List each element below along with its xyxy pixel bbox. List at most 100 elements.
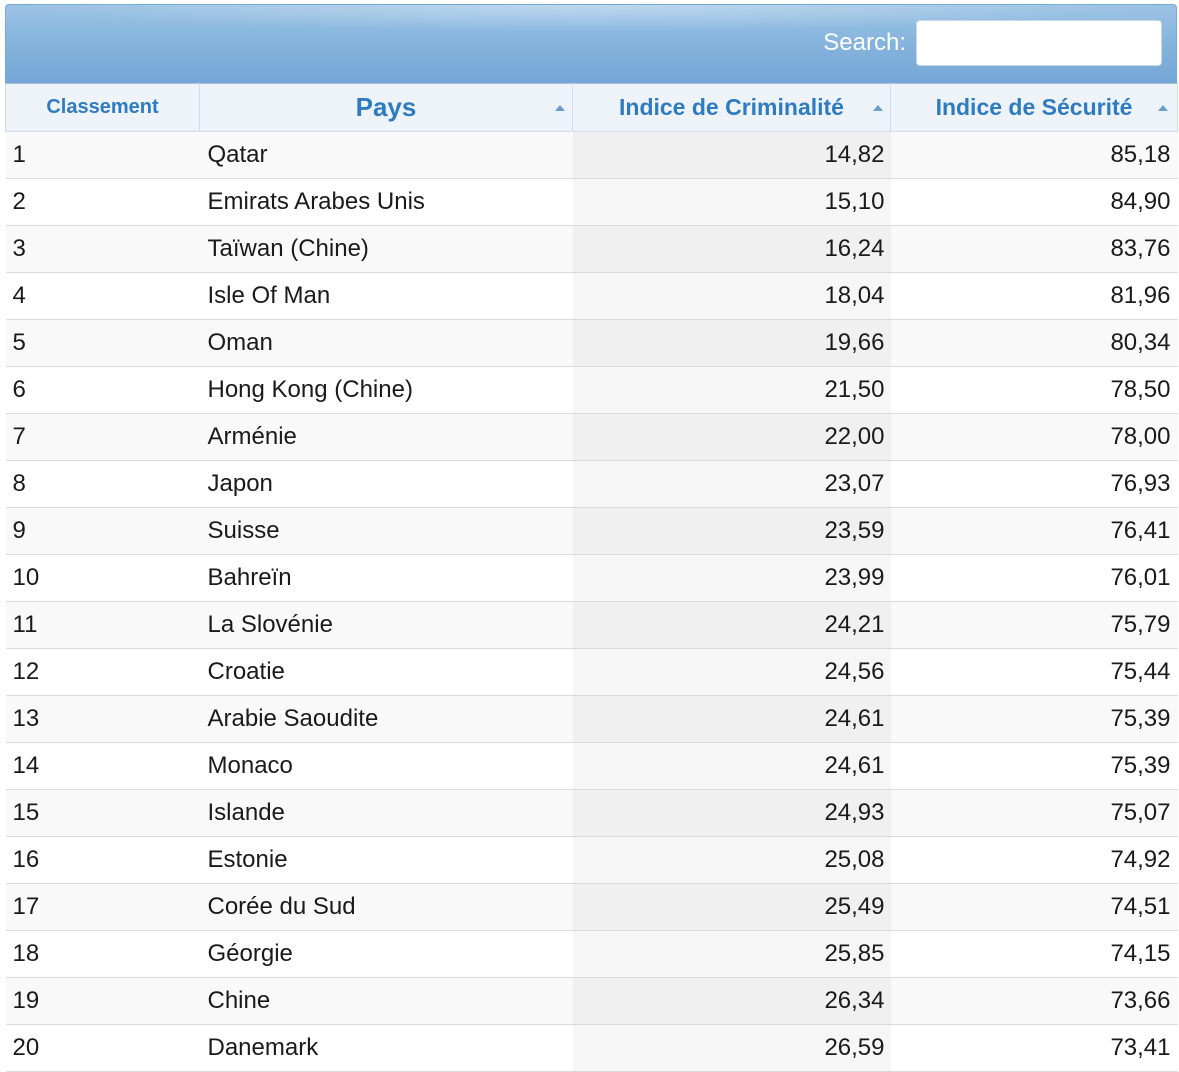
- table-row: 2 Emirats Arabes Unis 15,10 84,90: [5, 178, 1178, 226]
- sort-asc-icon: [555, 104, 565, 111]
- table-row: 3 Taïwan (Chine) 16,24 83,76: [5, 225, 1178, 273]
- crime-index-cell: 15,10: [572, 178, 891, 226]
- table-row: 11 La Slovénie 24,21 75,79: [5, 601, 1178, 649]
- country-cell: Islande: [199, 789, 573, 837]
- table-row: 16 Estonie 25,08 74,92: [5, 836, 1178, 884]
- column-header-crime-label: Indice de Criminalité: [619, 94, 844, 120]
- country-cell: Arabie Saoudite: [199, 695, 573, 743]
- safety-index-cell: 83,76: [890, 225, 1178, 273]
- search-input[interactable]: [916, 20, 1162, 66]
- column-header-country[interactable]: Pays: [199, 83, 573, 132]
- country-cell: Suisse: [199, 507, 573, 555]
- country-cell: Hong Kong (Chine): [199, 366, 573, 414]
- crime-index-cell: 23,07: [572, 460, 891, 508]
- crime-index-cell: 24,93: [572, 789, 891, 837]
- country-cell: Qatar: [199, 131, 573, 179]
- safety-index-cell: 74,51: [890, 883, 1178, 931]
- country-cell: Estonie: [199, 836, 573, 884]
- country-cell: Croatie: [199, 648, 573, 696]
- rank-cell: 19: [5, 977, 200, 1025]
- table-row: 17 Corée du Sud 25,49 74,51: [5, 883, 1178, 931]
- safety-index-cell: 76,41: [890, 507, 1178, 555]
- table-row: 1 Qatar 14,82 85,18: [5, 131, 1178, 179]
- safety-index-cell: 78,50: [890, 366, 1178, 414]
- crime-index-cell: 25,49: [572, 883, 891, 931]
- rank-cell: 3: [5, 225, 200, 273]
- country-cell: Bahreïn: [199, 554, 573, 602]
- crime-index-cell: 23,59: [572, 507, 891, 555]
- sort-asc-icon: [873, 104, 883, 111]
- column-header-safety-index[interactable]: Indice de Sécurité: [890, 83, 1178, 132]
- crime-index-cell: 24,21: [572, 601, 891, 649]
- safety-index-cell: 74,15: [890, 930, 1178, 978]
- ranking-table: Classement Pays Indice de Criminalité In…: [5, 83, 1178, 1072]
- rank-cell: 5: [5, 319, 200, 367]
- rank-cell: 1: [5, 131, 200, 179]
- safety-index-cell: 74,92: [890, 836, 1178, 884]
- crime-index-cell: 18,04: [572, 272, 891, 320]
- country-cell: Danemark: [199, 1024, 573, 1072]
- crime-index-cell: 16,24: [572, 225, 891, 273]
- country-cell: Japon: [199, 460, 573, 508]
- rank-cell: 6: [5, 366, 200, 414]
- table-row: 20 Danemark 26,59 73,41: [5, 1024, 1178, 1072]
- rank-cell: 2: [5, 178, 200, 226]
- rank-cell: 16: [5, 836, 200, 884]
- country-cell: Taïwan (Chine): [199, 225, 573, 273]
- table-row: 9 Suisse 23,59 76,41: [5, 507, 1178, 555]
- sort-asc-icon: [1158, 104, 1168, 111]
- safety-index-cell: 75,79: [890, 601, 1178, 649]
- rank-cell: 17: [5, 883, 200, 931]
- table-row: 5 Oman 19,66 80,34: [5, 319, 1178, 367]
- rank-cell: 18: [5, 930, 200, 978]
- country-cell: Géorgie: [199, 930, 573, 978]
- safety-index-cell: 78,00: [890, 413, 1178, 461]
- rank-cell: 11: [5, 601, 200, 649]
- country-cell: Corée du Sud: [199, 883, 573, 931]
- column-header-country-label: Pays: [355, 92, 417, 122]
- country-cell: Arménie: [199, 413, 573, 461]
- rank-cell: 10: [5, 554, 200, 602]
- column-header-crime-index[interactable]: Indice de Criminalité: [572, 83, 891, 132]
- table-row: 6 Hong Kong (Chine) 21,50 78,50: [5, 366, 1178, 414]
- safety-index-cell: 75,39: [890, 695, 1178, 743]
- crime-index-cell: 21,50: [572, 366, 891, 414]
- crime-index-cell: 25,85: [572, 930, 891, 978]
- safety-index-cell: 76,01: [890, 554, 1178, 602]
- search-label: Search:: [823, 29, 906, 56]
- crime-index-cell: 22,00: [572, 413, 891, 461]
- safety-index-cell: 73,66: [890, 977, 1178, 1025]
- table-body: 1 Qatar 14,82 85,18 2 Emirats Arabes Unis 15,1…: [5, 131, 1178, 1072]
- country-cell: Monaco: [199, 742, 573, 790]
- country-cell: La Slovénie: [199, 601, 573, 649]
- table-row: 19 Chine 26,34 73,66: [5, 977, 1178, 1025]
- table-row: 15 Islande 24,93 75,07: [5, 789, 1178, 837]
- column-header-rank[interactable]: Classement: [5, 83, 200, 132]
- crime-index-cell: 23,99: [572, 554, 891, 602]
- table-row: 8 Japon 23,07 76,93: [5, 460, 1178, 508]
- column-header-rank-label: Classement: [46, 96, 159, 118]
- rank-cell: 7: [5, 413, 200, 461]
- safety-index-cell: 81,96: [890, 272, 1178, 320]
- table-header-row: Classement Pays Indice de Criminalité In…: [5, 83, 1178, 132]
- crime-index-cell: 14,82: [572, 131, 891, 179]
- rank-cell: 9: [5, 507, 200, 555]
- table-row: 12 Croatie 24,56 75,44: [5, 648, 1178, 696]
- table-row: 14 Monaco 24,61 75,39: [5, 742, 1178, 790]
- crime-index-cell: 26,59: [572, 1024, 891, 1072]
- data-table-wrapper: Search: Classement Pays Indice de Crimin…: [5, 4, 1178, 1072]
- country-cell: Isle Of Man: [199, 272, 573, 320]
- crime-index-cell: 26,34: [572, 977, 891, 1025]
- table-row: 4 Isle Of Man 18,04 81,96: [5, 272, 1178, 320]
- crime-index-cell: 24,56: [572, 648, 891, 696]
- country-cell: Chine: [199, 977, 573, 1025]
- safety-index-cell: 80,34: [890, 319, 1178, 367]
- table-row: 13 Arabie Saoudite 24,61 75,39: [5, 695, 1178, 743]
- safety-index-cell: 73,41: [890, 1024, 1178, 1072]
- rank-cell: 14: [5, 742, 200, 790]
- safety-index-cell: 75,39: [890, 742, 1178, 790]
- table-row: 7 Arménie 22,00 78,00: [5, 413, 1178, 461]
- rank-cell: 8: [5, 460, 200, 508]
- safety-index-cell: 84,90: [890, 178, 1178, 226]
- table-row: 18 Géorgie 25,85 74,15: [5, 930, 1178, 978]
